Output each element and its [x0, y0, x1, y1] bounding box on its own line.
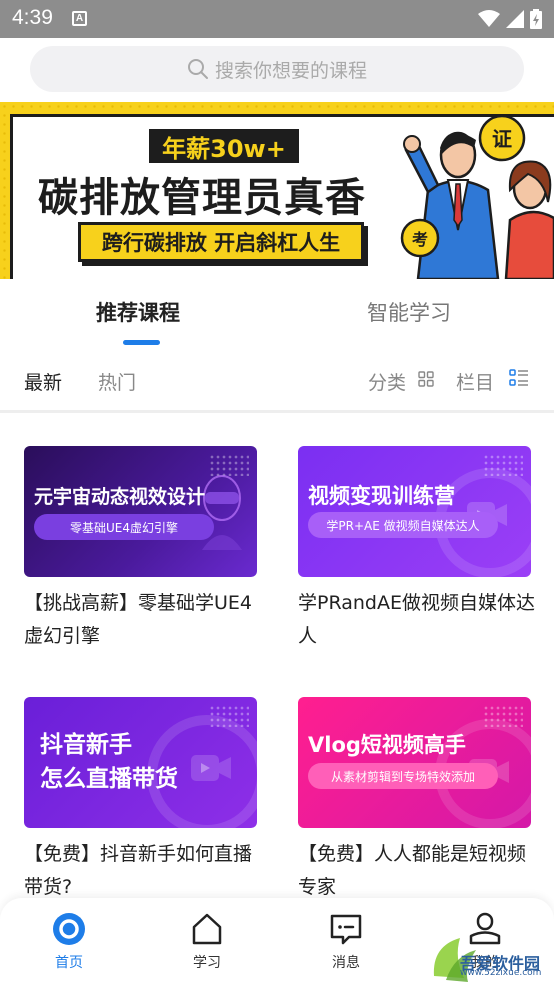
status-time: 4:39 — [12, 6, 53, 29]
banner-illustration: 证 考 — [400, 114, 554, 279]
cover-title: 视频变现训练营 — [308, 484, 455, 508]
cover-subtitle: 从素材剪辑到专场特效添加 — [308, 763, 498, 789]
course-tabs: 推荐课程 智能学习 — [0, 279, 554, 349]
search-placeholder: 搜索你想要的课程 — [214, 59, 367, 82]
search-input[interactable]: 搜索你想要的课程 — [30, 46, 524, 92]
filter-bar: 最新 热门 分类 栏目 — [0, 352, 554, 408]
video-camera-icon — [191, 755, 231, 781]
grid-icon[interactable] — [418, 371, 434, 387]
course-title: 【挑战高薪】零基础学UE4虚幻引擎 — [24, 592, 253, 647]
section-divider — [0, 410, 554, 413]
course-cover: 元宇宙动态视效设计 零基础UE4虚幻引擎 — [24, 446, 257, 577]
notification-icon: A — [72, 11, 87, 26]
nav-study-label: 学习 — [193, 955, 221, 971]
home-circle-icon — [53, 913, 85, 945]
course-title: 【免费】抖音新手如何直播带货? — [24, 843, 253, 898]
cover-title: 元宇宙动态视效设计 — [34, 486, 206, 508]
filter-newest[interactable]: 最新 — [24, 368, 62, 395]
search-icon — [187, 59, 208, 79]
course-title: 学PRandAE做视频自媒体达人 — [298, 592, 535, 647]
course-cover: 视频变现训练营 学PR+AE 做视频自媒体达人 — [298, 446, 531, 577]
cover-title-line-2: 怎么直播带货 — [40, 766, 178, 792]
course-cover: 抖音新手 怎么直播带货 — [24, 697, 257, 828]
status-icons — [478, 7, 542, 31]
nav-messages-label: 消息 — [332, 955, 360, 971]
filter-category[interactable]: 分类 — [368, 368, 406, 395]
cover-subtitle: 零基础UE4虚幻引擎 — [34, 514, 214, 540]
nav-home-label: 首页 — [55, 955, 83, 971]
nav-home[interactable]: 首页 — [34, 912, 104, 972]
banner-headline: 碳排放管理员真香 — [38, 175, 366, 221]
filter-hot[interactable]: 热门 — [98, 368, 136, 395]
tab-indicator — [123, 340, 160, 345]
list-icon[interactable] — [509, 368, 529, 388]
nav-messages[interactable]: 消息 — [311, 912, 381, 972]
filter-column[interactable]: 栏目 — [456, 368, 494, 395]
course-card[interactable]: Vlog短视频高手 从素材剪辑到专场特效添加 【免费】人人都能是短视频专家 — [298, 697, 532, 904]
banner-subtitle: 跨行碳排放 开启斜杠人生 — [78, 222, 364, 262]
course-title: 【免费】人人都能是短视频专家 — [298, 843, 527, 898]
signal-icon — [506, 10, 524, 28]
course-card[interactable]: 元宇宙动态视效设计 零基础UE4虚幻引擎 【挑战高薪】零基础学UE4虚幻引擎 — [24, 446, 258, 653]
cover-subtitle: 学PR+AE 做视频自媒体达人 — [308, 512, 498, 538]
status-bar: 4:39 A — [0, 0, 554, 38]
tab-recommended[interactable]: 推荐课程 — [96, 297, 180, 327]
course-cover: Vlog短视频高手 从素材剪辑到专场特效添加 — [298, 697, 531, 828]
watermark-url: www.52zixue.com — [460, 968, 542, 978]
nav-study[interactable]: 学习 — [172, 912, 242, 972]
cover-title: Vlog短视频高手 — [308, 733, 466, 757]
search-area: 搜索你想要的课程 — [0, 38, 554, 102]
badge-kao: 考 — [412, 230, 428, 249]
wifi-icon — [478, 10, 500, 27]
house-icon — [192, 913, 222, 945]
course-card[interactable]: 视频变现训练营 学PR+AE 做视频自媒体达人 学PRandAE做视频自媒体达人 — [298, 446, 535, 653]
banner-tag: 年薪30w+ — [149, 129, 299, 163]
course-card[interactable]: 抖音新手 怎么直播带货 【免费】抖音新手如何直播带货? — [24, 697, 258, 904]
message-icon — [330, 914, 362, 945]
tab-smart-learning[interactable]: 智能学习 — [367, 297, 451, 327]
cover-title-line-1: 抖音新手 — [40, 732, 132, 758]
badge-zheng: 证 — [492, 127, 512, 151]
battery-icon — [530, 9, 542, 29]
